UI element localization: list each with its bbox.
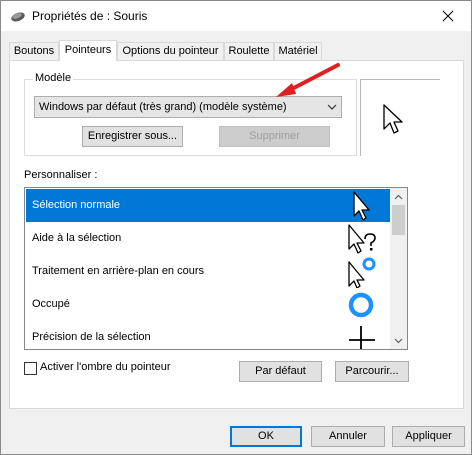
chevron-down-icon [327, 104, 337, 110]
apply-button[interactable]: Appliquer [392, 426, 465, 447]
list-item[interactable]: Aide à la sélection [26, 222, 391, 255]
title-bar: Propriétés de : Souris [1, 1, 471, 31]
list-scrollbar[interactable] [390, 188, 407, 349]
list-item[interactable]: Occupé [26, 288, 391, 321]
default-label: Par défaut [255, 365, 306, 377]
scroll-down-button[interactable] [390, 332, 407, 349]
working-in-background-icon [348, 257, 376, 288]
list-item-label: Aide à la sélection [32, 232, 122, 244]
chevron-up-icon [394, 194, 403, 199]
chevron-down-icon [394, 338, 403, 343]
save-as-button[interactable]: Enregistrer sous... [82, 126, 183, 147]
ok-button[interactable]: OK [230, 426, 302, 447]
list-item-label: Précision de la sélection [32, 331, 151, 343]
list-item[interactable]: Traitement en arrière-plan en cours [26, 255, 391, 288]
tab-roulette[interactable]: Roulette [224, 42, 274, 60]
tab-options-du-pointeur[interactable]: Options du pointeur [117, 42, 224, 60]
pointers-tab-panel: Modèle Windows par défaut (très grand) (… [9, 60, 464, 409]
pointer-shadow-checkbox[interactable] [24, 362, 37, 375]
annotation-arrow-icon [276, 63, 340, 97]
pointer-shadow-label: Activer l'ombre du pointeur [40, 361, 171, 373]
cancel-label: Annuler [329, 430, 367, 442]
scroll-up-button[interactable] [390, 188, 407, 205]
apply-label: Appliquer [405, 430, 452, 442]
list-item[interactable]: Sélection normale [26, 189, 391, 222]
help-select-icon [348, 224, 376, 254]
default-button[interactable]: Par défaut [239, 361, 322, 382]
window-title: Propriétés de : Souris [32, 9, 148, 23]
list-item-label: Sélection normale [32, 199, 121, 211]
delete-button[interactable]: Supprimer [219, 126, 330, 147]
tab-materiel[interactable]: Matériel [274, 42, 322, 60]
close-button[interactable] [425, 1, 471, 31]
arrow-cursor-preview-icon [383, 104, 403, 134]
customize-label: Personnaliser : [24, 169, 98, 181]
scheme-group-label: Modèle [33, 72, 74, 84]
list-item-label: Occupé [32, 298, 70, 310]
arrow-icon [353, 191, 370, 221]
list-item[interactable]: Précision de la sélection [26, 321, 391, 349]
busy-icon [348, 292, 374, 318]
close-icon [442, 10, 454, 22]
precision-crosshair-icon [349, 326, 375, 349]
ok-label: OK [258, 430, 274, 442]
mouse-icon [11, 12, 25, 22]
save-as-label: Enregistrer sous... [87, 130, 178, 142]
scroll-thumb[interactable] [392, 205, 405, 235]
pointer-preview [360, 79, 440, 156]
delete-label: Supprimer [249, 130, 300, 142]
tab-pointeurs[interactable]: Pointeurs [59, 40, 117, 61]
browse-label: Parcourir... [345, 365, 399, 377]
cancel-button[interactable]: Annuler [311, 426, 385, 447]
list-item-label: Traitement en arrière-plan en cours [32, 265, 205, 277]
mouse-properties-window: Propriétés de : Souris Boutons Pointeurs… [0, 0, 472, 455]
scheme-select-value: Windows par défaut (très grand) (modèle … [39, 101, 287, 113]
pointer-list[interactable]: Sélection normale Aide à la sélection Tr… [24, 187, 408, 350]
tab-boutons[interactable]: Boutons [9, 42, 59, 60]
browse-button[interactable]: Parcourir... [335, 361, 409, 382]
